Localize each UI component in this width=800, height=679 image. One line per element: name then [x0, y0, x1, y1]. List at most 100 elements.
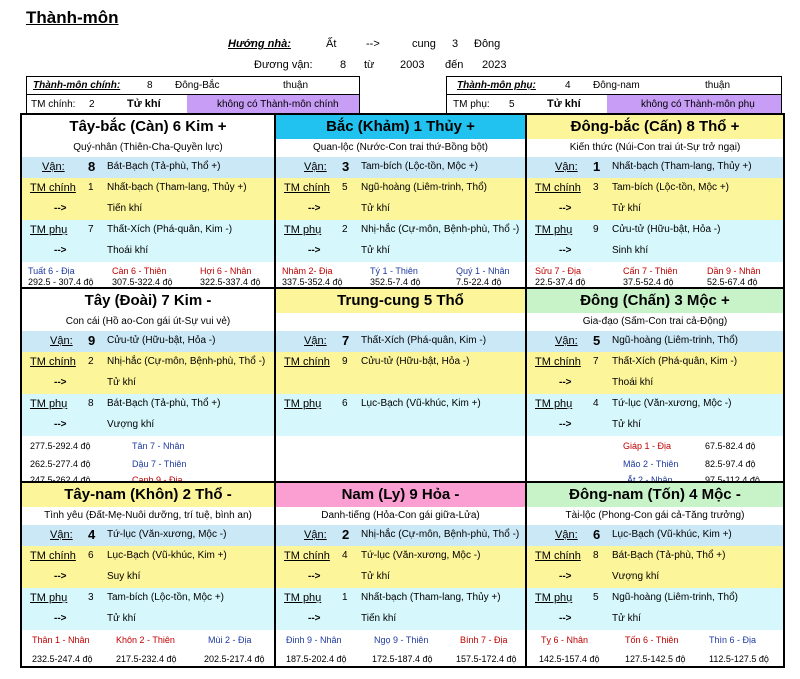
van-row: Vận: 1 Nhất-bạch (Tham-lang, Thủy +) [527, 157, 783, 178]
van-row: Vận: 9 Cửu-tử (Hữu-bật, Hỏa -) [22, 331, 274, 352]
son-row: Tỵ 6 - Nhân Tốn 6 - Thiên Thìn 6 - Địa [541, 635, 757, 645]
tmp-khi-row: --> Tử khí [22, 609, 274, 630]
cell-tay-nam: Tây-nam (Khôn) 2 Thổ - Tình yêu (Đất-Mẹ-… [20, 481, 276, 668]
duong-van-tu: từ [364, 59, 375, 71]
tmc-row: TM chính 4 Tứ-lục (Văn-xương, Mộc -) [276, 546, 525, 567]
tmp-row: TM phụ 9 Cửu-tử (Hữu-bật, Hỏa -) [527, 220, 783, 241]
tm-chinh-tukhi: Tử khí [127, 98, 161, 110]
tmc-row: TM chính 2 Nhị-hắc (Cự-môn, Bệnh-phù, Thổ … [22, 352, 274, 373]
tmc-row: TM chính 1 Nhất-bạch (Tham-lang, Thủy +) [22, 178, 274, 199]
cell-subtitle: Kiến thức (Núi-Con trai út-Sự trở ngại) [569, 142, 741, 153]
huong-nha-label: Hướng nhà: [228, 38, 291, 50]
cell-subtitle: Tài-lộc (Phong-Con gái cả-Tăng trưởng) [565, 510, 745, 521]
tm-chinh-note-bg: không có Thành-môn chính [187, 95, 359, 114]
cell-nam: Nam (Ly) 9 Hỏa - Danh-tiếng (Hỏa-Con gái… [274, 481, 527, 668]
tm-phu-label2: TM phụ: [453, 99, 490, 110]
tmc-khi-row-empty [276, 373, 525, 394]
cell-subtitle: Quý-nhân (Thiên-Cha-Quyền lực) [73, 142, 223, 153]
cell-title: Tây (Đoài) 7 Kim - [22, 289, 274, 313]
cell-title: Tây-bắc (Càn) 6 Kim + [22, 115, 274, 139]
cell-title: Trung-cung 5 Thổ [276, 289, 525, 313]
tmp-khi-row: --> Tử khí [527, 609, 783, 630]
tmc-khi-row: --> Tử khí [276, 199, 525, 220]
tm-phu-num: 4 [565, 80, 571, 91]
tm-chinh-label: Thành-môn chính: [33, 80, 121, 91]
cell-subtitle: Quan-lộc (Nước-Con trai thứ-Bồng bột) [312, 142, 488, 153]
duong-van-num: 8 [340, 59, 347, 71]
huong-nha-from: Ất [326, 38, 337, 50]
tmp-khi-row: --> Vượng khí [22, 415, 274, 436]
tmp-row: TM phụ 8 Bát-Bạch (Tả-phù, Thổ +) [22, 394, 274, 415]
duong-van-label: Đương vận: [254, 59, 313, 71]
cell-title: Đông-nam (Tốn) 4 Mộc - [527, 483, 783, 507]
cell-subtitle: Con cái (Hồ ao-Con gái út-Sự vui vẻ) [65, 316, 231, 327]
duong-van-den: đến [445, 59, 464, 71]
van-row: Vận: 4 Tứ-lục (Văn-xương, Mộc -) [22, 525, 274, 546]
tmc-khi-row: --> Suy khí [22, 567, 274, 588]
tmc-row: TM chính 8 Bát-Bạch (Tả-phù, Thổ +) [527, 546, 783, 567]
tm-chinh-box: Thành-môn chính: 8 Đông-Bắc thuận TM chí… [26, 76, 360, 115]
son-row: Thân 1 - Nhân Khôn 2 - Thiên Mùi 2 - Địa [32, 635, 252, 645]
tmp-row: TM phụ 2 Nhị-hắc (Cự-môn, Bệnh-phù, Thổ -) [276, 220, 525, 241]
tm-phu-label: Thành-môn phụ: [457, 80, 536, 91]
van-row: Vận: 7 Thất-Xích (Phá-quân, Kim -) [276, 331, 525, 352]
cell-dong-bac: Đông-bắc (Cấn) 8 Thổ + Kiến thức (Núi-Co… [525, 113, 785, 289]
tmc-row: TM chính 9 Cửu-tử (Hữu-bật, Hỏa -) [276, 352, 525, 373]
cell-trung-cung: Trung-cung 5 Thổ Vận: 7 Thất-Xích (Phá-quâ… [274, 287, 527, 483]
cell-title: Nam (Ly) 9 Hỏa - [276, 483, 525, 507]
tmc-row: TM chính 5 Ngũ-hoàng (Liêm-trinh, Thổ) [276, 178, 525, 199]
huong-nha-arrow: --> [366, 38, 380, 50]
cell-subtitle: Danh-tiếng (Hỏa-Con gái giữa-Lửa) [321, 510, 480, 521]
huong-nha-cung-num: 3 [452, 38, 459, 50]
tmp-khi-row: --> Tử khí [527, 415, 783, 436]
tmp-row: TM phụ 7 Thất-Xích (Phá-quân, Kim -) [22, 220, 274, 241]
tmp-khi-row: --> Thoái khí [22, 241, 274, 262]
van-row: Vận: 8 Bát-Bạch (Tả-phù, Thổ +) [22, 157, 274, 178]
van-row: Vận: 5 Ngũ-hoàng (Liêm-trinh, Thổ) [527, 331, 783, 352]
duong-van-to: 2023 [482, 59, 507, 71]
cell-dong: Đông (Chấn) 3 Mộc + Gia-đạo (Sấm-Con tra… [525, 287, 785, 483]
tm-phu-num2: 5 [509, 99, 515, 110]
tmp-row: TM phụ 6 Lục-Bạch (Vũ-khúc, Kim +) [276, 394, 525, 415]
side-row: Giáp 1 - Địa 67.5-82.4 độ [623, 441, 756, 451]
duong-van-from: 2003 [400, 59, 425, 71]
tm-chinh-note: không có Thành-môn chính [217, 99, 339, 110]
tmc-row: TM chính 3 Tam-bích (Lộc-tồn, Mộc +) [527, 178, 783, 199]
tm-chinh-label2: TM chính: [31, 99, 76, 110]
tmc-khi-row: --> Tiến khí [22, 199, 274, 220]
page-title: Thành-môn [26, 8, 119, 27]
tm-phu-note-bg: không có Thành-môn phụ [607, 95, 781, 114]
cell-title: Đông-bắc (Cấn) 8 Thổ + [527, 115, 783, 139]
cell-subtitle: Gia-đạo (Sấm-Con trai cả-Động) [582, 316, 728, 327]
tmc-khi-row: --> Tử khí [22, 373, 274, 394]
tm-phu-dir: Đông-nam [593, 80, 640, 91]
tm-chinh-state: thuận [283, 80, 309, 91]
cell-bac: Bắc (Khảm) 1 Thủy + Quan-lộc (Nước-Con t… [274, 113, 527, 289]
tmp-row: TM phụ 4 Tứ-lục (Văn-xương, Mộc -) [527, 394, 783, 415]
deg-row: 232.5-247.4 độ 217.5-232.4 độ 202.5-217.4 … [32, 654, 265, 664]
tmc-row: TM chính 6 Lục-Bạch (Vũ-khúc, Kim +) [22, 546, 274, 567]
tmp-khi-row-empty [276, 415, 525, 436]
tmp-khi-row: --> Tiến khí [276, 609, 525, 630]
cell-title: Đông (Chấn) 3 Mộc + [527, 289, 783, 313]
cell-tay: Tây (Đoài) 7 Kim - Con cái (Hồ ao-Con gá… [20, 287, 276, 483]
tmp-row: TM phụ 1 Nhất-bạch (Tham-lang, Thủy +) [276, 588, 525, 609]
van-row: Vận: 6 Lục-Bạch (Vũ-khúc, Kim +) [527, 525, 783, 546]
tmp-row: TM phụ 3 Tam-bích (Lộc-tồn, Mộc +) [22, 588, 274, 609]
tmc-khi-row: --> Tử khí [276, 567, 525, 588]
tmp-khi-row: --> Sinh khí [527, 241, 783, 262]
son-row: Đinh 9 - Nhân Ngọ 9 - Thiên Bính 7 - Địa [286, 635, 508, 645]
huong-nha-cung: cung [412, 38, 436, 50]
tmc-khi-row: --> Tử khí [527, 199, 783, 220]
tmc-khi-row: --> Vượng khí [527, 567, 783, 588]
cell-title: Bắc (Khảm) 1 Thủy + [276, 115, 525, 139]
tmp-row: TM phụ 5 Ngũ-hoàng (Liêm-trinh, Thổ) [527, 588, 783, 609]
side-row: 277.5-292.4 độ Tân 7 - Nhân [30, 441, 185, 451]
cell-title: Tây-nam (Khôn) 2 Thổ - [22, 483, 274, 507]
tmp-khi-row: --> Tử khí [276, 241, 525, 262]
tmc-row: TM chính 7 Thất-Xích (Phá-quân, Kim -) [527, 352, 783, 373]
deg-row: 142.5-157.4 độ 127.5-142.5 độ 112.5-127.5 … [539, 654, 769, 664]
cell-tay-bac: Tây-bắc (Càn) 6 Kim + Quý-nhân (Thiên-Ch… [20, 113, 276, 289]
van-row: Vận: 3 Tam-bích (Lộc-tồn, Mộc +) [276, 157, 525, 178]
tmc-khi-row: --> Thoái khí [527, 373, 783, 394]
